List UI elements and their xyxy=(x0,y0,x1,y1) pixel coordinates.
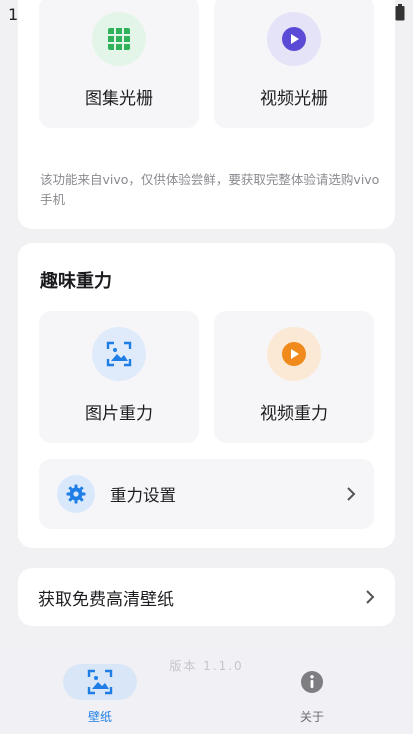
hd-wallpaper-label: 获取免费高清壁纸 xyxy=(38,589,174,610)
grating-card: 图集光栅 视频光栅 该功能来自vivo，仅供体验尝鲜，要获取完整体验请选购viv… xyxy=(18,0,395,229)
gallery-grating-label: 图集光栅 xyxy=(85,89,153,109)
video-gravity-tile[interactable]: 视频重力 xyxy=(214,311,374,443)
bottom-navigation: 版本 1.1.0 壁纸 关于 xyxy=(0,650,413,734)
video-gravity-label: 视频重力 xyxy=(260,404,328,424)
image-frame-icon xyxy=(92,327,146,381)
gravity-settings-label: 重力设置 xyxy=(110,486,176,505)
gravity-section-title: 趣味重力 xyxy=(40,271,112,292)
play-circle-icon xyxy=(267,12,321,66)
chevron-right-icon xyxy=(365,589,375,605)
battery-icon xyxy=(395,3,405,25)
grid-icon xyxy=(92,12,146,66)
gravity-card: 趣味重力 图片重力 视频重力 重力设置 xyxy=(18,243,395,548)
image-gravity-label: 图片重力 xyxy=(85,404,153,424)
nav-wallpaper-label: 壁纸 xyxy=(87,710,112,724)
hd-wallpaper-row[interactable]: 获取免费高清壁纸 xyxy=(18,568,395,626)
nav-wallpaper[interactable]: 壁纸 xyxy=(40,664,160,725)
video-grating-tile[interactable]: 视频光栅 xyxy=(214,0,374,128)
info-icon xyxy=(275,664,349,700)
vivo-note: 该功能来自vivo，仅供体验尝鲜，要获取完整体验请选购vivo手机 xyxy=(40,172,380,207)
chevron-right-icon xyxy=(346,486,356,502)
nav-about[interactable]: 关于 xyxy=(252,664,372,725)
wallpaper-icon xyxy=(63,664,137,700)
gallery-grating-tile[interactable]: 图集光栅 xyxy=(39,0,199,128)
gear-icon xyxy=(57,475,95,513)
video-grating-label: 视频光栅 xyxy=(260,89,328,109)
image-gravity-tile[interactable]: 图片重力 xyxy=(39,311,199,443)
play-circle-icon xyxy=(267,327,321,381)
gravity-settings-row[interactable]: 重力设置 xyxy=(39,459,374,529)
nav-about-label: 关于 xyxy=(299,710,324,724)
